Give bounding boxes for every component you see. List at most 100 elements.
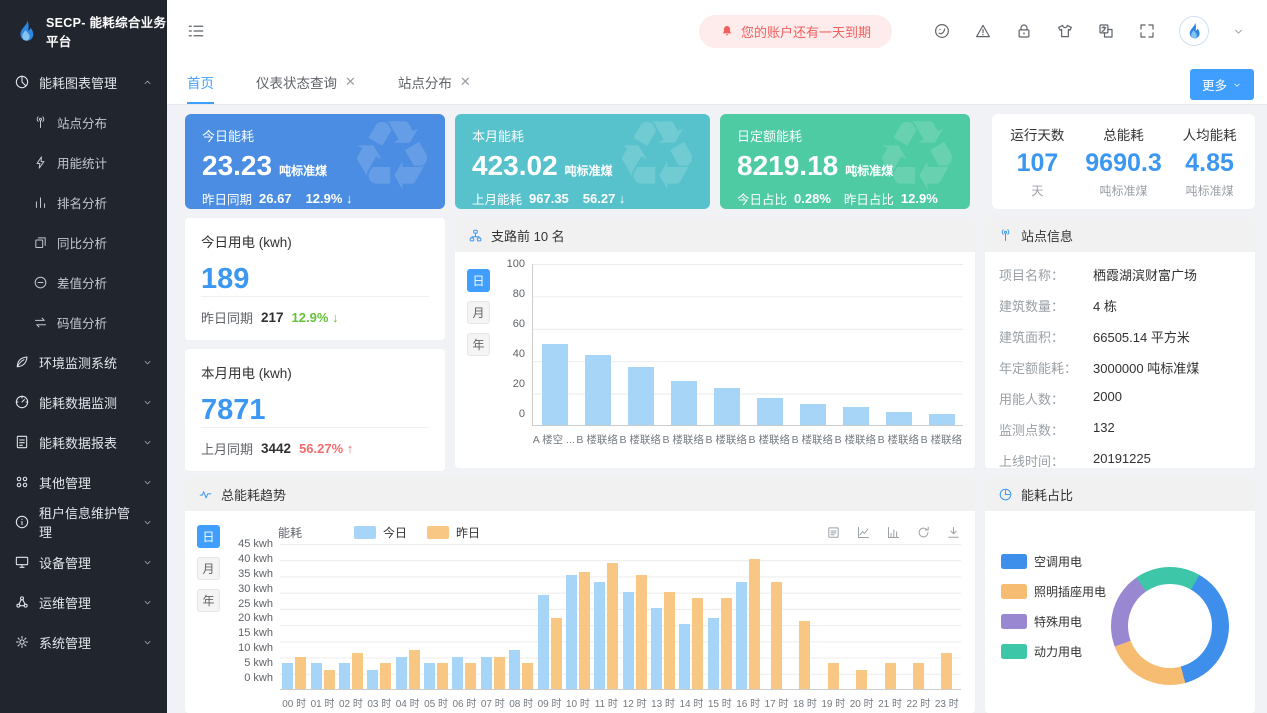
tab-label: 仪表状态查询	[256, 72, 337, 92]
translate-icon[interactable]	[1097, 22, 1115, 40]
avatar[interactable]	[1179, 16, 1209, 46]
card-title: 本月能耗	[472, 126, 693, 145]
trend-legend-row: 能耗 今日 昨日	[230, 520, 961, 544]
y-axis-name: 能耗	[278, 524, 302, 541]
lock-icon[interactable]	[1015, 22, 1033, 40]
energy-share-panel: 能耗占比 空调用电照明插座用电特殊用电动力用电	[985, 477, 1255, 713]
legend-item[interactable]: 今日	[354, 524, 407, 541]
sidebar-group-3[interactable]: 能耗数据报表	[0, 422, 167, 462]
period-toggle-年[interactable]: 年	[467, 333, 490, 356]
close-tab-icon[interactable]: ✕	[460, 74, 471, 90]
sidebar-group-label: 系统管理	[39, 633, 91, 652]
warning-icon[interactable]	[974, 22, 992, 40]
bottom-row: 总能耗趋势 日月年 能耗 今日昨日 45 kwh40 kwh35 kwh30 k…	[185, 477, 1255, 713]
legend-item[interactable]: 昨日	[427, 524, 480, 541]
card-unit: 吨标准煤	[279, 162, 327, 179]
panel-title: 站点信息	[1021, 226, 1073, 245]
bar-group	[819, 544, 847, 689]
period-toggle-月[interactable]: 月	[197, 557, 220, 580]
sidebar-group-label: 其他管理	[39, 473, 91, 492]
app-logo: SECP- 能耗综合业务平台	[0, 0, 167, 62]
site-info-row: 上线时间：20191225	[999, 445, 1241, 468]
tab-2[interactable]: 站点分布✕	[398, 62, 471, 104]
bar-group	[280, 544, 308, 689]
period-toggle-年[interactable]: 年	[197, 589, 220, 612]
toolbox-download-icon[interactable]	[946, 525, 961, 540]
sidebar-subitem-label: 站点分布	[57, 113, 107, 132]
sidebar-group-6[interactable]: 设备管理	[0, 542, 167, 582]
bar-group	[479, 544, 507, 689]
menu-unfold-icon[interactable]	[186, 21, 206, 41]
sidebar-group-label: 能耗数据监测	[39, 393, 117, 412]
sidebar-group-1[interactable]: 环境监测系统	[0, 342, 167, 382]
sidebar-subitem-0[interactable]: 站点分布	[0, 102, 167, 142]
bar	[671, 381, 697, 425]
arrows-icon	[33, 315, 48, 330]
pulse-icon	[198, 487, 213, 502]
user-menu-caret-icon[interactable]	[1232, 25, 1245, 38]
more-button[interactable]: 更多	[1190, 69, 1254, 100]
bar	[800, 404, 826, 425]
sidebar-subitem-5[interactable]: 码值分析	[0, 302, 167, 342]
close-tab-icon[interactable]: ✕	[345, 74, 356, 90]
sidebar-subitem-1[interactable]: 用能统计	[0, 142, 167, 182]
legend-item[interactable]: 动力用电	[1001, 643, 1106, 660]
sidebar-group-5[interactable]: 租户信息维护管理	[0, 502, 167, 542]
palette-icon[interactable]	[933, 22, 951, 40]
sidebar-group-8[interactable]: 系统管理	[0, 622, 167, 662]
tshirt-icon[interactable]	[1056, 22, 1074, 40]
panel-title: 支路前 10 名	[491, 226, 565, 245]
tabs: 首页仪表状态查询✕站点分布✕	[187, 62, 513, 104]
bar-group	[535, 544, 563, 689]
bar-group	[422, 544, 450, 689]
y-axis: 100806040200	[500, 258, 532, 420]
gear-icon	[14, 634, 30, 650]
card-value: 23.23	[202, 150, 272, 182]
toolbox-linechart-icon[interactable]	[856, 525, 871, 540]
sidebar-subitem-4[interactable]: 差值分析	[0, 262, 167, 302]
pie-chart-icon	[998, 487, 1013, 502]
today-power-panel: 今日用电 (kwh) 189 昨日同期21712.9% ↓	[185, 218, 445, 340]
bar-group	[564, 544, 592, 689]
bar-group	[365, 544, 393, 689]
chevron-icon	[142, 77, 153, 88]
period-toggle-日[interactable]: 日	[467, 269, 490, 292]
tab-0[interactable]: 首页	[187, 62, 214, 104]
branch-top10-panel: 支路前 10 名 日月年 100806040200 A 楼空 ...B 楼联络B…	[455, 218, 975, 468]
sidebar-group-label: 能耗图表管理	[39, 73, 117, 92]
legend-item[interactable]: 照明插座用电	[1001, 583, 1106, 600]
bar-group	[592, 544, 620, 689]
chevron-icon	[142, 557, 153, 568]
toolbox-refresh-icon[interactable]	[916, 525, 931, 540]
fullscreen-icon[interactable]	[1138, 22, 1156, 40]
account-expire-notice[interactable]: 您的账户还有一天到期	[699, 15, 892, 48]
sidebar-group-0[interactable]: 能耗图表管理	[0, 62, 167, 102]
sidebar-group-2[interactable]: 能耗数据监测	[0, 382, 167, 422]
tabbar: 首页仪表状态查询✕站点分布✕ 更多	[167, 62, 1267, 105]
trend-legend: 今日 昨日	[354, 524, 480, 541]
notice-text: 您的账户还有一天到期	[741, 22, 871, 41]
branch-chart: 100806040200 A 楼空 ...B 楼联络B 楼联络B 楼联络B 楼联…	[500, 264, 963, 464]
legend-item[interactable]: 特殊用电	[1001, 613, 1106, 630]
sidebar-group-7[interactable]: 运维管理	[0, 582, 167, 622]
period-toggle-日[interactable]: 日	[197, 525, 220, 548]
report-icon	[14, 434, 30, 450]
summary-stat-card: 运行天数 107 天 总能耗 9690.3 吨标准煤 人均能耗 4.85 吨标准…	[992, 114, 1255, 209]
toolbox-barchart-icon[interactable]	[886, 525, 901, 540]
chevron-icon	[142, 397, 153, 408]
trend-chart-body: 日月年 能耗 今日昨日 45 kwh40 kwh35 kwh30 kwh25 k…	[185, 511, 975, 713]
sidebar-subitem-2[interactable]: 排名分析	[0, 182, 167, 222]
site-info-row: 建筑数量：4 栋	[999, 290, 1241, 321]
chevron-icon	[142, 517, 153, 528]
tab-1[interactable]: 仪表状态查询 ✕	[256, 62, 356, 104]
tab-label: 首页	[187, 72, 214, 92]
card-daily-quota-energy: 日定额能耗 8219.18吨标准煤 今日占比0.28%昨日占比12.9% ♻	[720, 114, 970, 209]
sidebar-subitem-3[interactable]: 同比分析	[0, 222, 167, 262]
toolbox-dataview-icon[interactable]	[826, 525, 841, 540]
sidebar-group-4[interactable]: 其他管理	[0, 462, 167, 502]
legend-item[interactable]: 空调用电	[1001, 553, 1106, 570]
panel-header: 支路前 10 名	[455, 218, 975, 252]
period-toggle-月[interactable]: 月	[467, 301, 490, 324]
sidebar-subitem-label: 排名分析	[57, 193, 107, 212]
energy-trend-panel: 总能耗趋势 日月年 能耗 今日昨日 45 kwh40 kwh35 kwh30 k…	[185, 477, 975, 713]
